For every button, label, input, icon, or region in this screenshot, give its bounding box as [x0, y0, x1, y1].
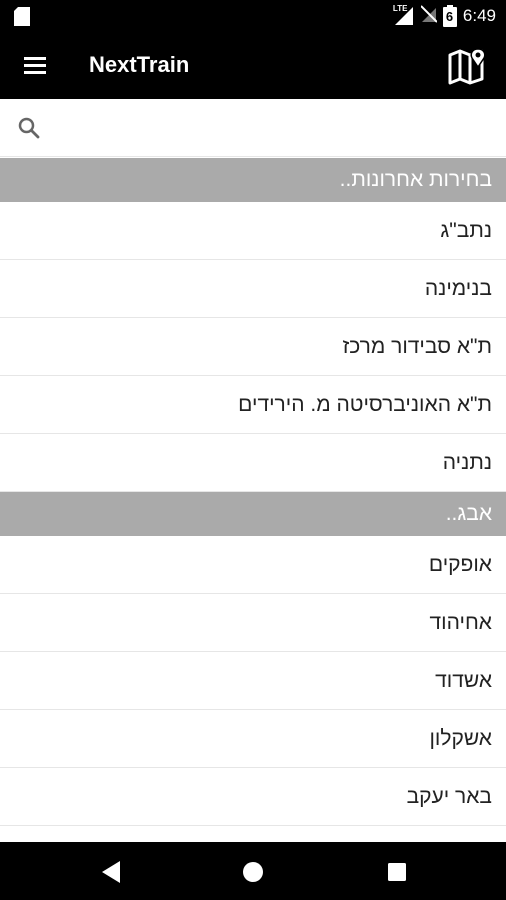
system-nav-bar [0, 842, 506, 900]
hamburger-menu-icon[interactable] [22, 53, 48, 77]
app-screen: LTE 6 6:49 NextTrain בחירות אחרונות.. נת… [0, 0, 506, 900]
list-item[interactable]: נתניה [0, 434, 506, 492]
status-time: 6:49 [462, 6, 496, 25]
back-triangle-icon[interactable] [100, 860, 122, 889]
home-circle-icon[interactable] [242, 860, 264, 889]
list-item[interactable]: באר יעקב [0, 768, 506, 826]
search-input[interactable] [56, 109, 486, 147]
list-item[interactable]: אופקים [0, 536, 506, 594]
list-item[interactable]: אחיהוד [0, 594, 506, 652]
section-header-recent: בחירות אחרונות.. [0, 158, 506, 202]
lte-signal-icon: LTE [392, 4, 415, 26]
recents-square-icon[interactable] [386, 860, 408, 889]
search-icon[interactable] [17, 116, 41, 140]
list-item[interactable]: ת"א האוניברסיטה מ. הירידים [0, 376, 506, 434]
map-icon[interactable] [448, 47, 488, 85]
list-item[interactable]: נתב"ג [0, 202, 506, 260]
wifi-off-icon [420, 4, 438, 28]
section-header-alphabetical: אבג.. [0, 492, 506, 536]
status-bar: LTE 6 6:49 [0, 0, 506, 33]
app-bar: NextTrain [0, 33, 506, 99]
battery-icon: 6 [442, 5, 457, 27]
list-item[interactable]: בנימינה [0, 260, 506, 318]
list-item[interactable]: אשדוד [0, 652, 506, 710]
list-item[interactable]: ת"א סבידור מרכז [0, 318, 506, 376]
battery-label: 6 [445, 9, 454, 24]
station-list: בחירות אחרונות.. נתב"ג בנימינה ת"א סבידו… [0, 158, 506, 884]
network-label: LTE [392, 4, 408, 13]
sd-card-icon [14, 7, 30, 31]
list-item[interactable]: אשקלון [0, 710, 506, 768]
app-title: NextTrain [89, 52, 190, 77]
search-bar [0, 99, 506, 157]
